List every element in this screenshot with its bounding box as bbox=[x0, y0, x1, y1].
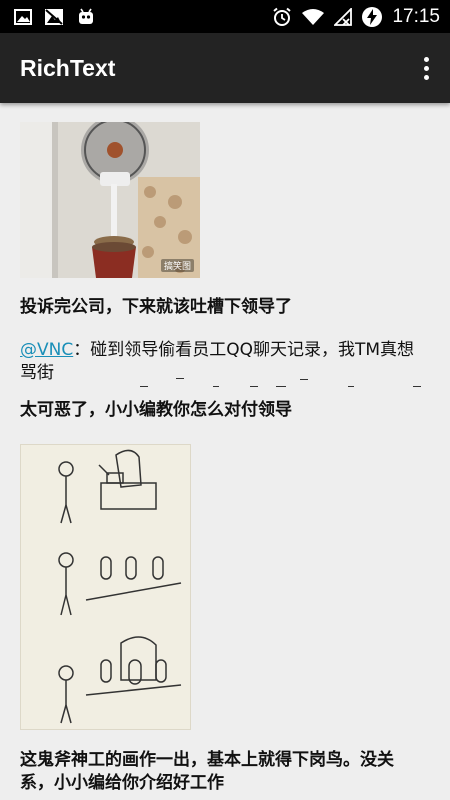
fan-illustration bbox=[20, 122, 200, 278]
image-watermark: 搞笑图 bbox=[160, 259, 194, 272]
app-title: RichText bbox=[20, 54, 116, 81]
paragraph-2-text: ：碰到领导偷看员工QQ聊天记录，我TM真想骂街 bbox=[20, 340, 415, 383]
overflow-menu-icon[interactable] bbox=[416, 53, 436, 83]
image-icon bbox=[14, 8, 32, 25]
paragraph-2: @VNC：碰到领导偷看员工QQ聊天记录，我TM真想骂街 bbox=[20, 339, 415, 385]
status-bar-left bbox=[14, 8, 96, 26]
status-bar: 17:15 bbox=[0, 0, 450, 33]
app-bar: RichText bbox=[0, 33, 450, 103]
status-time: 17:15 bbox=[392, 5, 440, 27]
rich-text-content[interactable]: 搞笑图 投诉完公司，下来就该吐槽下领导了 @VNC：碰到领导偷看员工QQ聊天记录… bbox=[0, 103, 450, 800]
paragraph-4: 这鬼斧神工的画作一出，基本上就得下岗鸟。没关系，小小编给你介绍好工作 bbox=[20, 750, 394, 793]
alarm-icon bbox=[273, 7, 292, 26]
mention-link[interactable]: @VNC bbox=[20, 340, 73, 360]
paragraph-3: 太可恶了，小小编教你怎么对付领导 bbox=[20, 400, 292, 420]
paragraph-1: 投诉完公司，下来就该吐槽下领导了 bbox=[20, 297, 292, 317]
android-icon bbox=[79, 8, 93, 24]
signal-icon bbox=[334, 7, 353, 26]
no-image-icon bbox=[45, 8, 63, 25]
status-bar-right: 17:15 bbox=[272, 6, 440, 28]
wifi-icon bbox=[302, 8, 325, 25]
comic-image[interactable] bbox=[20, 444, 191, 730]
battery-charging-icon bbox=[362, 6, 383, 27]
fan-image[interactable]: 搞笑图 bbox=[20, 122, 200, 278]
comic-illustration bbox=[58, 449, 182, 724]
